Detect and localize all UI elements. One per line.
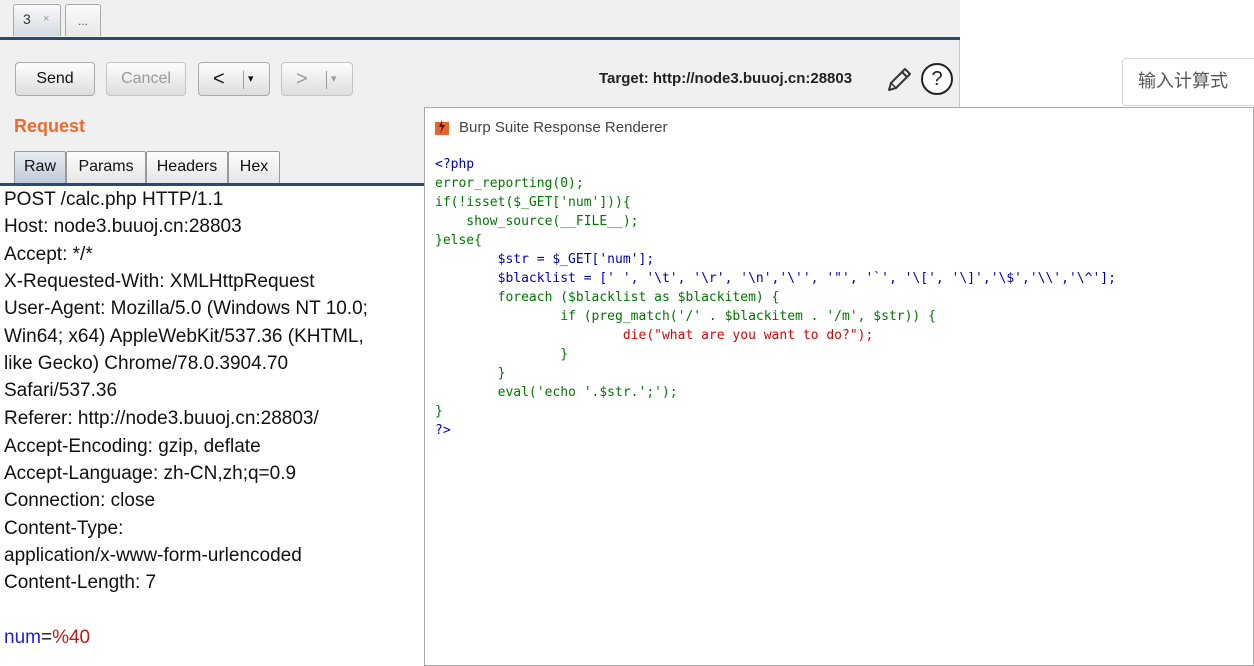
code-line: eval('echo '.$str.';'); bbox=[435, 385, 678, 400]
request-heading: Request bbox=[14, 116, 86, 136]
request-line: Win64; x64) AppleWebKit/537.36 (KHTML, bbox=[4, 326, 364, 347]
request-line: Accept-Encoding: gzip, deflate bbox=[4, 436, 261, 457]
request-line: application/x-www-form-urlencoded bbox=[4, 545, 302, 566]
tab-hex[interactable]: Hex bbox=[228, 151, 280, 183]
forward-button[interactable]: > ▾ bbox=[281, 62, 353, 96]
tab-params[interactable]: Params bbox=[66, 151, 146, 183]
tab-headers[interactable]: Headers bbox=[146, 151, 228, 183]
pencil-icon[interactable] bbox=[884, 62, 916, 96]
code-line: }else{ bbox=[435, 233, 482, 248]
request-line: X-Requested-With: XMLHttpRequest bbox=[4, 271, 315, 292]
button-separator bbox=[326, 71, 327, 89]
request-line: Content-Type: bbox=[4, 518, 124, 539]
code-line: } bbox=[435, 347, 569, 362]
param-equals: = bbox=[40, 627, 53, 648]
code-line: } bbox=[435, 366, 506, 381]
button-separator bbox=[243, 71, 244, 89]
param-value: %40 bbox=[52, 627, 91, 648]
request-line: Accept-Language: zh-CN,zh;q=0.9 bbox=[4, 463, 297, 484]
code-line: <?php bbox=[435, 157, 475, 172]
back-button[interactable]: < ▾ bbox=[198, 62, 270, 96]
help-icon[interactable]: ? bbox=[921, 63, 953, 95]
cancel-button[interactable]: Cancel bbox=[106, 62, 186, 96]
code-line: error_reporting(0); bbox=[435, 176, 584, 191]
response-renderer-window: Burp Suite Response Renderer <?php error_… bbox=[424, 107, 1254, 666]
dropdown-icon[interactable]: ▾ bbox=[248, 63, 254, 95]
send-button[interactable]: Send bbox=[15, 62, 95, 96]
request-line: Accept: */* bbox=[4, 244, 93, 265]
burp-logo-icon bbox=[434, 119, 450, 135]
request-line: Safari/537.36 bbox=[4, 380, 118, 401]
raw-request-editor[interactable]: POST /calc.php HTTP/1.1 Host: node3.buuo… bbox=[0, 186, 425, 666]
dropdown-icon[interactable]: ▾ bbox=[331, 63, 337, 95]
code-line: $blacklist = [' ', '\t', '\r', '\n','\''… bbox=[435, 271, 1116, 286]
renderer-title-bar: Burp Suite Response Renderer bbox=[425, 108, 1253, 146]
renderer-title: Burp Suite Response Renderer bbox=[459, 119, 668, 136]
request-line: Content-Length: 7 bbox=[4, 572, 157, 593]
request-body-line: num=%40 bbox=[4, 627, 90, 649]
chevron-left-icon: < bbox=[213, 68, 225, 90]
target-label: Target: http://node3.buuoj.cn:28803 bbox=[599, 70, 853, 87]
close-icon[interactable]: × bbox=[43, 13, 49, 25]
request-line: User-Agent: Mozilla/5.0 (Windows NT 10.0… bbox=[4, 298, 368, 319]
code-line: foreach ($blacklist as $blackitem) { bbox=[435, 290, 780, 305]
repeater-tab-label: 3 bbox=[23, 11, 31, 27]
chevron-right-icon: > bbox=[296, 68, 308, 90]
code-line: show_source(__FILE__); bbox=[435, 214, 639, 229]
request-line: POST /calc.php HTTP/1.1 bbox=[4, 189, 224, 210]
request-line: Connection: close bbox=[4, 490, 156, 511]
calc-expression-input[interactable]: 输入计算式 bbox=[1122, 58, 1254, 106]
repeater-tab-new[interactable]: ... bbox=[65, 4, 101, 36]
request-line: Referer: http://node3.buuoj.cn:28803/ bbox=[4, 408, 319, 429]
param-name: num bbox=[4, 627, 41, 648]
code-line: die("what are you want to do?"); bbox=[435, 328, 874, 343]
code-line: if (preg_match('/' . $blackitem . '/m', … bbox=[435, 309, 936, 324]
request-line: Host: node3.buuoj.cn:28803 bbox=[4, 216, 242, 237]
repeater-tab-strip: 3 × ... bbox=[0, 0, 960, 40]
request-line: like Gecko) Chrome/78.0.3904.70 bbox=[4, 353, 289, 374]
repeater-tab-3[interactable]: 3 × bbox=[13, 4, 61, 36]
code-line: ?> bbox=[435, 423, 451, 438]
code-line: $str = $_GET['num']; bbox=[435, 252, 655, 267]
code-line: } bbox=[435, 404, 443, 419]
php-source-code: <?php error_reporting(0); if(!isset($_GET[… bbox=[435, 155, 1116, 440]
tab-raw[interactable]: Raw bbox=[14, 151, 66, 183]
code-line: if(!isset($_GET['num'])){ bbox=[435, 195, 631, 210]
